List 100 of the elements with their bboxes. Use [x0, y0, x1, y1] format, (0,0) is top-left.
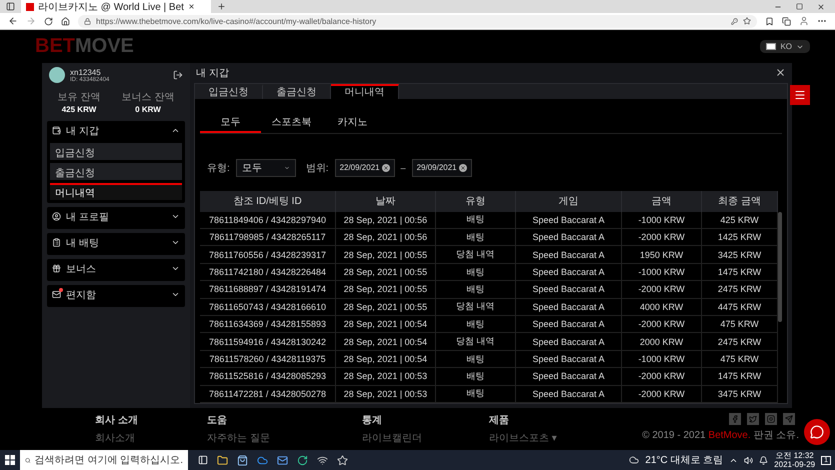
table-cell: 28 Sep, 2021 | 00:55: [336, 264, 436, 282]
table-cell: 78611650743 / 43428166610: [200, 298, 336, 316]
taskbar-clock[interactable]: 오전 12:32 2021-09-29: [774, 451, 816, 469]
maximize-icon[interactable]: [796, 3, 803, 10]
tab-actions-icon[interactable]: [6, 2, 15, 11]
close-icon[interactable]: [775, 67, 786, 78]
table-cell: 당첨 내역: [436, 298, 516, 316]
table-cell: 당첨 내역: [436, 333, 516, 351]
language-selector[interactable]: KO: [760, 40, 810, 53]
table-cell: 28 Sep, 2021 | 00:54: [336, 350, 436, 368]
table-cell: Speed Baccarat A: [516, 386, 622, 403]
address-bar[interactable]: https://www.thebetmove.com/ko/live-casino#/account/my-wallet/balance-history: [78, 14, 757, 28]
table-cell: 78611742180 / 43428226484: [200, 264, 336, 282]
menu-icon: [794, 89, 806, 101]
table-cell: 배팅: [436, 368, 516, 386]
username: xn12345: [70, 68, 101, 76]
date-field[interactable]: 22/09/2021: [334, 158, 395, 177]
footer-link[interactable]: 라이브스포츠 ▾: [489, 431, 609, 445]
table-cell: 2475 KRW: [702, 333, 778, 351]
submenu-item[interactable]: 입금신청: [50, 143, 182, 160]
clear-icon[interactable]: [458, 164, 467, 172]
modal-title: 내 지갑: [196, 66, 229, 80]
balance-label: 보유 잔액: [58, 91, 100, 104]
browser-tab[interactable]: 라이브카지노 @ World Live | Bet: [21, 0, 211, 13]
footer-link[interactable]: 회사소개: [95, 431, 207, 445]
store-icon[interactable]: [237, 454, 248, 466]
submenu-item[interactable]: 출금신청: [50, 163, 182, 180]
table-cell: 78611798985 / 43428265117: [200, 229, 336, 246]
menu-button[interactable]: [790, 85, 810, 105]
close-icon[interactable]: [817, 2, 825, 10]
task-view-icon[interactable]: [198, 455, 208, 465]
table-cell: 배팅: [436, 264, 516, 282]
collections-icon[interactable]: [782, 16, 791, 26]
clear-icon[interactable]: [382, 164, 390, 172]
table-cell: -2000 KRW: [622, 281, 702, 299]
tab[interactable]: 머니내역: [331, 84, 399, 99]
menu-header[interactable]: 보너스: [50, 259, 182, 278]
site-favicon-icon: [26, 2, 34, 10]
footer-heading: 회사 소개: [95, 414, 139, 427]
table-cell: 28 Sep, 2021 | 00:54: [336, 333, 436, 351]
table-cell: 78611594916 / 43428130242: [200, 333, 336, 351]
scrollbar[interactable]: [778, 212, 782, 322]
footer-heading: 통계: [362, 414, 383, 427]
table-cell: 78611688897 / 43428191474: [200, 281, 336, 299]
footer-link[interactable]: 라이브캘린더: [362, 431, 489, 445]
table-cell: 28 Sep, 2021 | 00:53: [336, 386, 436, 403]
weather-icon: [629, 455, 640, 465]
balance-value: 425 KRW: [62, 105, 96, 114]
subtab[interactable]: 카지노: [322, 112, 383, 133]
home-icon[interactable]: [61, 16, 70, 26]
table-cell: Speed Baccarat A: [516, 212, 622, 230]
windows-logo-icon: [5, 455, 15, 465]
table-cell: 배팅: [436, 281, 516, 299]
menu-item-icon: [52, 238, 61, 247]
menu-item-icon: [52, 264, 61, 273]
table-cell: -2000 KRW: [622, 316, 702, 334]
menu-header[interactable]: 내 배팅: [50, 233, 182, 252]
subtab[interactable]: 모두: [200, 112, 261, 133]
back-icon[interactable]: [8, 16, 18, 26]
reload-icon[interactable]: [44, 16, 53, 26]
menu-header[interactable]: 편지함: [50, 285, 182, 304]
volume-icon[interactable]: [744, 456, 754, 464]
chat-button[interactable]: [804, 419, 830, 445]
table-cell: 2000 KRW: [622, 333, 702, 351]
table-cell: 475 KRW: [702, 316, 778, 334]
table-cell: -1000 KRW: [622, 212, 702, 230]
table-cell: 28 Sep, 2021 | 00:53: [336, 368, 436, 386]
folder-icon[interactable]: [217, 454, 228, 466]
favorites-icon[interactable]: [765, 16, 774, 26]
menu-header[interactable]: 내 프로필: [50, 207, 182, 226]
lock-icon: [84, 18, 91, 24]
table-cell: 배팅: [436, 229, 516, 246]
submenu-item[interactable]: 머니내역: [50, 183, 182, 200]
close-icon[interactable]: [188, 3, 195, 10]
profile-icon[interactable]: [799, 16, 809, 26]
caret-icon: [284, 164, 290, 171]
column-header: 최종 금액: [702, 190, 778, 212]
table-cell: Speed Baccarat A: [516, 333, 622, 351]
weather-text: 21°C 대체로 흐림: [645, 454, 724, 467]
logout-icon[interactable]: [173, 70, 183, 80]
taskbar-search[interactable]: 검색하려면 여기에 입력하십시오.: [20, 450, 188, 470]
table-cell: Speed Baccarat A: [516, 229, 622, 246]
range-separator: –: [400, 162, 406, 173]
mail-icon[interactable]: [277, 454, 288, 466]
favorite-icon[interactable]: [743, 17, 751, 25]
table-cell: 475 KRW: [702, 350, 778, 368]
table-cell: Speed Baccarat A: [516, 246, 622, 264]
footer-link[interactable]: 자주하는 질문: [207, 431, 362, 445]
type-select[interactable]: 모두: [236, 158, 296, 177]
search-icon: [25, 456, 31, 464]
menu-label: 편지함: [66, 288, 97, 302]
new-tab-icon[interactable]: [217, 2, 226, 11]
table-cell: 배팅: [436, 386, 516, 403]
menu-item-icon: [52, 126, 61, 135]
flag-icon: [766, 43, 776, 50]
subtab[interactable]: 스포츠북: [261, 112, 322, 133]
table-cell: 78611578260 / 43428119375: [200, 350, 336, 368]
date-field[interactable]: 29/09/2021: [412, 158, 472, 177]
menu-header[interactable]: 내 지갑: [50, 121, 182, 140]
column-header: 날짜: [336, 190, 436, 212]
